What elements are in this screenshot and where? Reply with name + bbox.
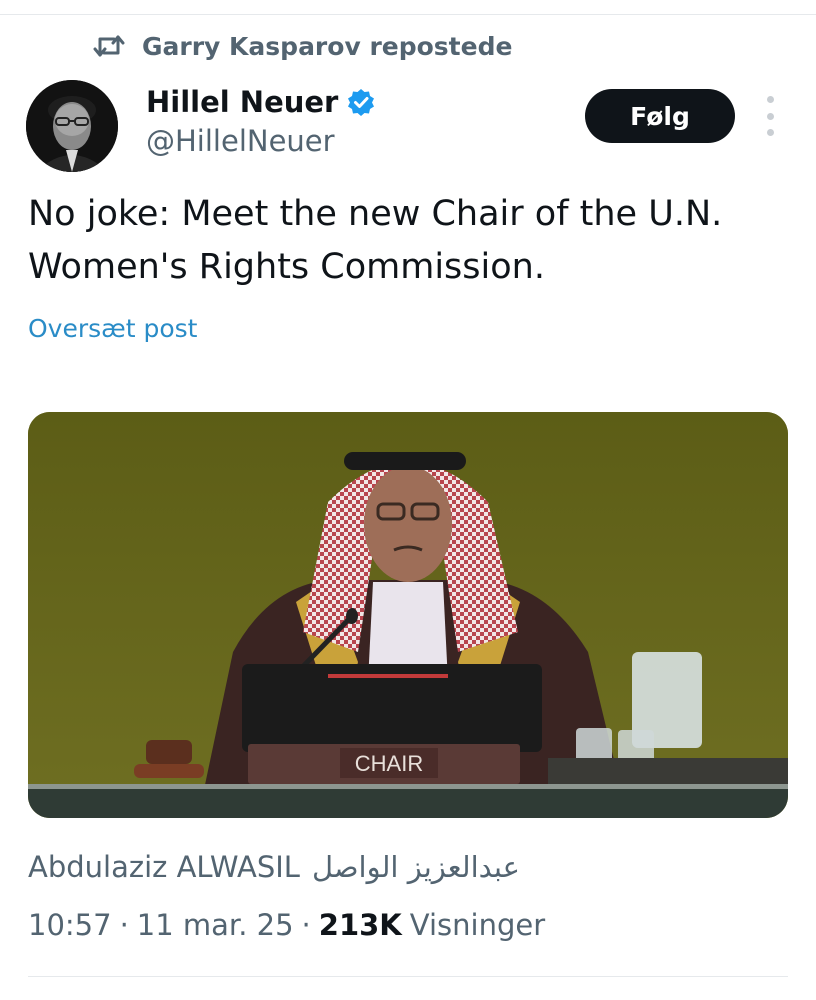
views-count: 213K xyxy=(318,908,402,942)
caption-arabic: عبدالعزيز الواصل xyxy=(311,850,520,884)
translate-post-link[interactable]: Oversæt post xyxy=(28,314,197,343)
verified-badge-icon xyxy=(346,87,376,117)
caption-latin: Abdulaziz ALWASIL xyxy=(28,850,300,884)
post-meta: 10:57 · 11 mar. 25 · 213K Visninger xyxy=(28,908,545,942)
post-text-line-2: Women's Rights Commission. xyxy=(28,247,545,287)
views-label: Visninger xyxy=(409,908,546,942)
more-options-icon[interactable] xyxy=(760,96,780,136)
post-text: No joke: Meet the new Chair of the U.N. … xyxy=(28,188,788,294)
repost-label: Garry Kasparov repostede xyxy=(142,31,513,61)
bottom-divider xyxy=(28,976,788,977)
separator: · xyxy=(119,908,129,942)
post-date[interactable]: 11 mar. 25 xyxy=(137,908,294,942)
repost-icon xyxy=(92,31,126,61)
author-handle[interactable]: @HillelNeuer xyxy=(146,124,376,158)
chair-nameplate: CHAIR xyxy=(355,751,423,776)
post-time[interactable]: 10:57 xyxy=(28,908,112,942)
media-caption: Abdulaziz ALWASIL عبدالعزيز الواصل xyxy=(28,850,520,884)
avatar[interactable] xyxy=(26,80,118,172)
post-media-image[interactable]: CHAIR xyxy=(28,412,788,818)
display-name[interactable]: Hillel Neuer xyxy=(146,85,338,119)
author-block: Hillel Neuer @HillelNeuer xyxy=(146,80,376,158)
top-divider xyxy=(0,14,816,15)
repost-indicator[interactable]: Garry Kasparov repostede xyxy=(92,26,512,66)
post-text-line-1: No joke: Meet the new Chair of the U.N. xyxy=(28,194,723,234)
follow-button[interactable]: Følg xyxy=(585,89,735,143)
separator: · xyxy=(301,908,311,942)
